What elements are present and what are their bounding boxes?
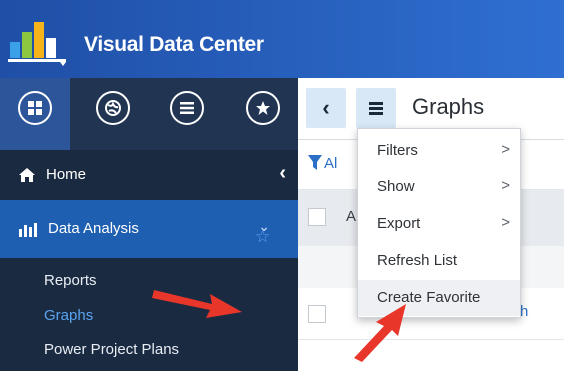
bar-chart-icon: [19, 223, 37, 237]
sidebar-item-power-project-plans[interactable]: Power Project Plans: [44, 341, 179, 358]
row-link[interactable]: h: [520, 303, 528, 320]
chevron-right-icon: >: [501, 141, 510, 158]
row-checkbox[interactable]: [308, 305, 326, 323]
globe-icon[interactable]: [96, 91, 130, 125]
sidebar-section-label: Data Analysis: [48, 220, 139, 237]
sidebar: Home ‹ Data Analysis ⌄ Reports Graphs Po…: [0, 78, 298, 371]
annotation-arrow-icon: [152, 290, 242, 318]
sidebar-item-graphs[interactable]: Graphs: [44, 307, 93, 324]
filter-icon[interactable]: [308, 155, 322, 171]
hamburger-icon: [369, 102, 383, 105]
app-window: Visual Data Center Home ‹ Data Analysis …: [0, 0, 564, 371]
menu-item-filters[interactable]: Filters >: [358, 133, 520, 169]
star-icon[interactable]: [246, 91, 280, 125]
home-icon: [19, 168, 35, 182]
annotation-arrow-icon: [354, 304, 406, 362]
app-title: Visual Data Center: [84, 33, 264, 56]
menu-item-export[interactable]: Export >: [358, 206, 520, 242]
list-icon[interactable]: [170, 91, 204, 125]
back-button[interactable]: ‹: [306, 88, 346, 128]
filter-text[interactable]: Al: [324, 155, 337, 172]
menu-item-label: Export: [377, 215, 421, 232]
menu-item-label: Filters: [377, 142, 418, 159]
menu-item-show[interactable]: Show >: [358, 169, 520, 205]
chevron-left-icon[interactable]: ‹: [279, 162, 286, 185]
grid-menu-icon[interactable]: [18, 91, 52, 125]
sidebar-item-home[interactable]: Home ‹: [0, 150, 298, 198]
column-header[interactable]: A: [346, 208, 356, 225]
menu-item-label: Refresh List: [377, 252, 458, 269]
sidebar-item-reports[interactable]: Reports: [44, 272, 97, 289]
bar-chart-logo-icon[interactable]: [8, 18, 70, 68]
sidebar-section-data-analysis[interactable]: Data Analysis ⌄: [0, 200, 298, 258]
sidebar-icon-bar: [0, 78, 298, 150]
options-dropdown-menu: Filters > Show > Export > Refresh List C…: [357, 128, 521, 318]
page-title: Graphs: [412, 94, 485, 119]
menu-item-refresh-list[interactable]: Refresh List: [358, 243, 520, 279]
chevron-right-icon: >: [501, 214, 510, 231]
star-outline-icon[interactable]: ☆: [255, 227, 270, 247]
sidebar-item-label: Home: [46, 166, 87, 183]
app-header: Visual Data Center: [0, 0, 564, 78]
menu-item-label: Show: [377, 178, 415, 195]
chevron-left-icon: ‹: [322, 95, 330, 120]
menu-button[interactable]: [356, 88, 396, 128]
chevron-right-icon: >: [501, 177, 510, 194]
select-all-checkbox[interactable]: [308, 208, 326, 226]
